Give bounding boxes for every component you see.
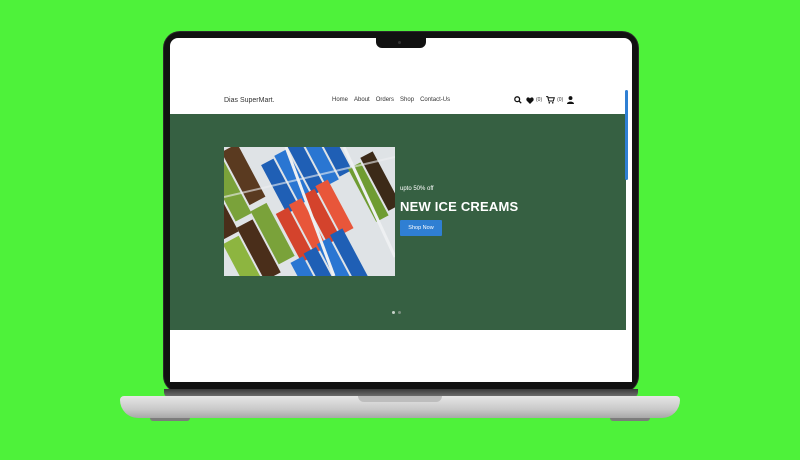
laptop-foot-right bbox=[610, 418, 650, 421]
hero-subtitle: upto 50% off bbox=[400, 186, 434, 192]
carousel-dot-active[interactable] bbox=[392, 311, 395, 314]
site-brand[interactable]: Dias SuperMart. bbox=[224, 97, 275, 104]
scrollbar[interactable] bbox=[625, 90, 628, 180]
nav-about[interactable]: About bbox=[354, 97, 370, 103]
hero-banner: upto 50% off NEW ICE CREAMS Shop Now bbox=[170, 114, 626, 330]
laptop-screen: Dias SuperMart. Home About Orders Shop C… bbox=[170, 38, 632, 382]
camera-icon bbox=[398, 41, 401, 44]
site-header: Dias SuperMart. Home About Orders Shop C… bbox=[170, 92, 625, 112]
nav-shop[interactable]: Shop bbox=[400, 97, 414, 103]
cart-count: (0) bbox=[557, 97, 564, 103]
laptop-base-groove bbox=[358, 396, 442, 402]
shop-now-button[interactable]: Shop Now bbox=[400, 220, 442, 236]
heart-icon[interactable] bbox=[526, 96, 534, 104]
carousel-dot[interactable] bbox=[398, 311, 401, 314]
laptop-notch bbox=[376, 38, 426, 48]
nav-orders[interactable]: Orders bbox=[376, 97, 394, 103]
user-icon[interactable] bbox=[567, 96, 575, 104]
header-icons: (0) (0) bbox=[514, 96, 575, 104]
cart-icon[interactable] bbox=[546, 96, 556, 104]
wishlist-count: (0) bbox=[536, 97, 543, 103]
laptop-foot-left bbox=[150, 418, 190, 421]
nav-home[interactable]: Home bbox=[332, 97, 348, 103]
carousel-indicators bbox=[392, 311, 401, 314]
hero-title: NEW ICE CREAMS bbox=[400, 199, 519, 214]
nav-contact[interactable]: Contact-Us bbox=[420, 97, 450, 103]
hero-text-block: upto 50% off NEW ICE CREAMS Shop Now bbox=[400, 186, 518, 236]
main-nav: Home About Orders Shop Contact-Us bbox=[332, 97, 450, 103]
ice-cream-product-image bbox=[224, 147, 395, 276]
search-icon[interactable] bbox=[514, 96, 522, 104]
